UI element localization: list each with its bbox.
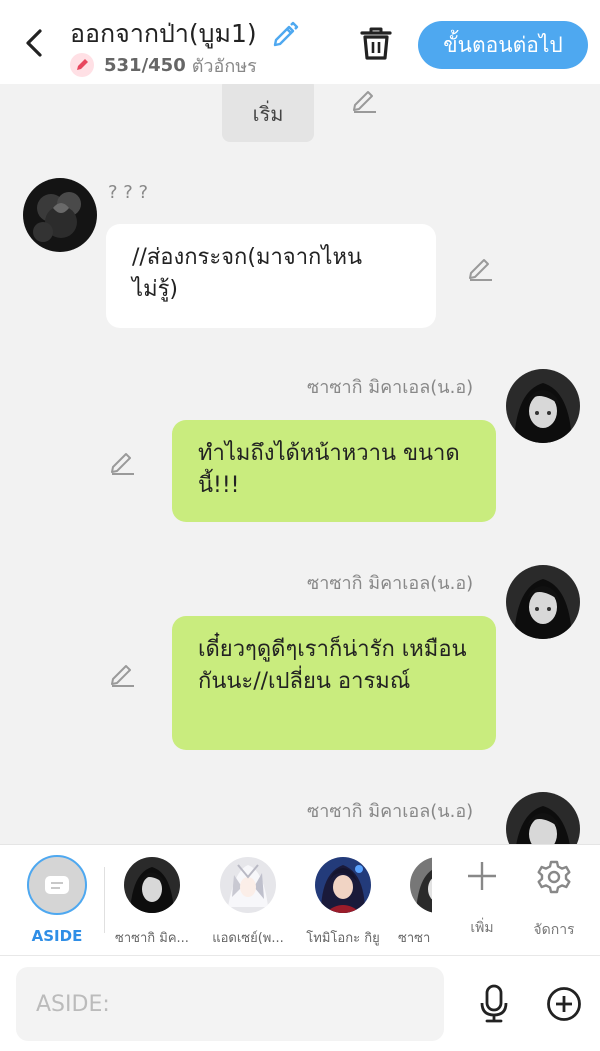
speaker-name: ซาซากิ มิคาเอล(น.อ) [307,801,474,822]
edit-start-pencil-icon[interactable] [350,84,380,114]
character-avatar[interactable] [220,857,276,913]
add-character-button[interactable]: เพิ่ม [458,859,506,939]
start-marker: เริ่ม [222,84,314,142]
aside-label: ASIDE [31,927,83,945]
edit-message-pencil-icon[interactable] [108,658,138,688]
character-name: โทมิโอกะ กิยู [306,931,380,946]
character-item[interactable]: แอดเซย์(พ... [203,857,293,948]
character-avatar[interactable] [410,857,432,913]
add-circle-icon[interactable] [546,986,582,1022]
microphone-icon[interactable] [478,984,510,1024]
edit-title-pencil-icon[interactable] [270,18,300,48]
speaker-name: ? ? ? [108,182,149,203]
count-value: 531/450 [104,54,186,76]
message-bubble[interactable]: เดี๋ยวๆดูดีๆเราก็น่ารัก เหมือนกันนะ//เปล… [172,616,496,750]
character-avatar[interactable] [315,857,371,913]
message-bubble[interactable]: ทำไมถึงได้หน้าหวาน ขนาดนี้!!! [172,420,496,522]
character-selector-bar: ASIDE ซาซากิ มิค... แอดเซย์(พ... โทมิโอก… [0,844,600,955]
divider [104,867,105,933]
avatar-unknown[interactable] [23,178,97,252]
edit-message-pencil-icon[interactable] [466,252,496,282]
avatar-sasaki[interactable] [506,565,580,639]
trash-icon[interactable] [358,24,394,62]
character-count: 531/450 ตัวอักษร [70,52,257,78]
avatar-sasaki[interactable] [506,369,580,443]
manage-label: จัดการ [533,922,575,938]
plus-icon [468,862,496,890]
pencil-badge-icon [70,53,94,77]
edit-message-pencil-icon[interactable] [108,446,138,476]
next-step-button[interactable]: ขั้นตอนต่อไป [418,21,588,69]
gear-icon [537,860,571,894]
message-bubble[interactable]: //ส่องกระจก(มาจากไหน ไม่รู้) [106,224,436,328]
character-item[interactable]: ซาซา [384,857,432,948]
chat-area[interactable]: เริ่ม ? ? ? //ส่องกระจก(มาจากไหน ไม่รู้)… [0,84,600,844]
speaker-name: ซาซากิ มิคาเอล(น.อ) [307,573,474,594]
character-item[interactable]: โทมิโอกะ กิยู [298,857,388,948]
aside-chat-icon [45,876,69,894]
top-bar: ออกจากป่า(บูม1) 531/450 ตัวอักษร ขั้นตอน… [0,0,600,84]
aside-avatar[interactable] [27,855,87,915]
story-title[interactable]: ออกจากป่า(บูม1) [70,14,257,54]
aside-character-button[interactable]: ASIDE [26,855,88,945]
scroll-edge [432,845,452,955]
character-name: ซาซากิ มิค... [115,931,189,946]
count-unit-label: ตัวอักษร [191,55,257,77]
manage-characters-button[interactable]: จัดการ [524,859,584,941]
character-item[interactable]: ซาซากิ มิค... [107,857,197,948]
character-name: ซาซา [398,931,431,946]
add-label: เพิ่ม [470,920,494,936]
avatar-sasaki[interactable] [506,792,580,844]
speaker-name: ซาซากิ มิคาเอล(น.อ) [307,377,474,398]
message-input-bar [0,955,600,1051]
back-arrow-icon[interactable] [20,26,48,60]
character-avatar[interactable] [124,857,180,913]
character-name: แอดเซย์(พ... [212,931,284,946]
message-input[interactable] [16,967,444,1041]
